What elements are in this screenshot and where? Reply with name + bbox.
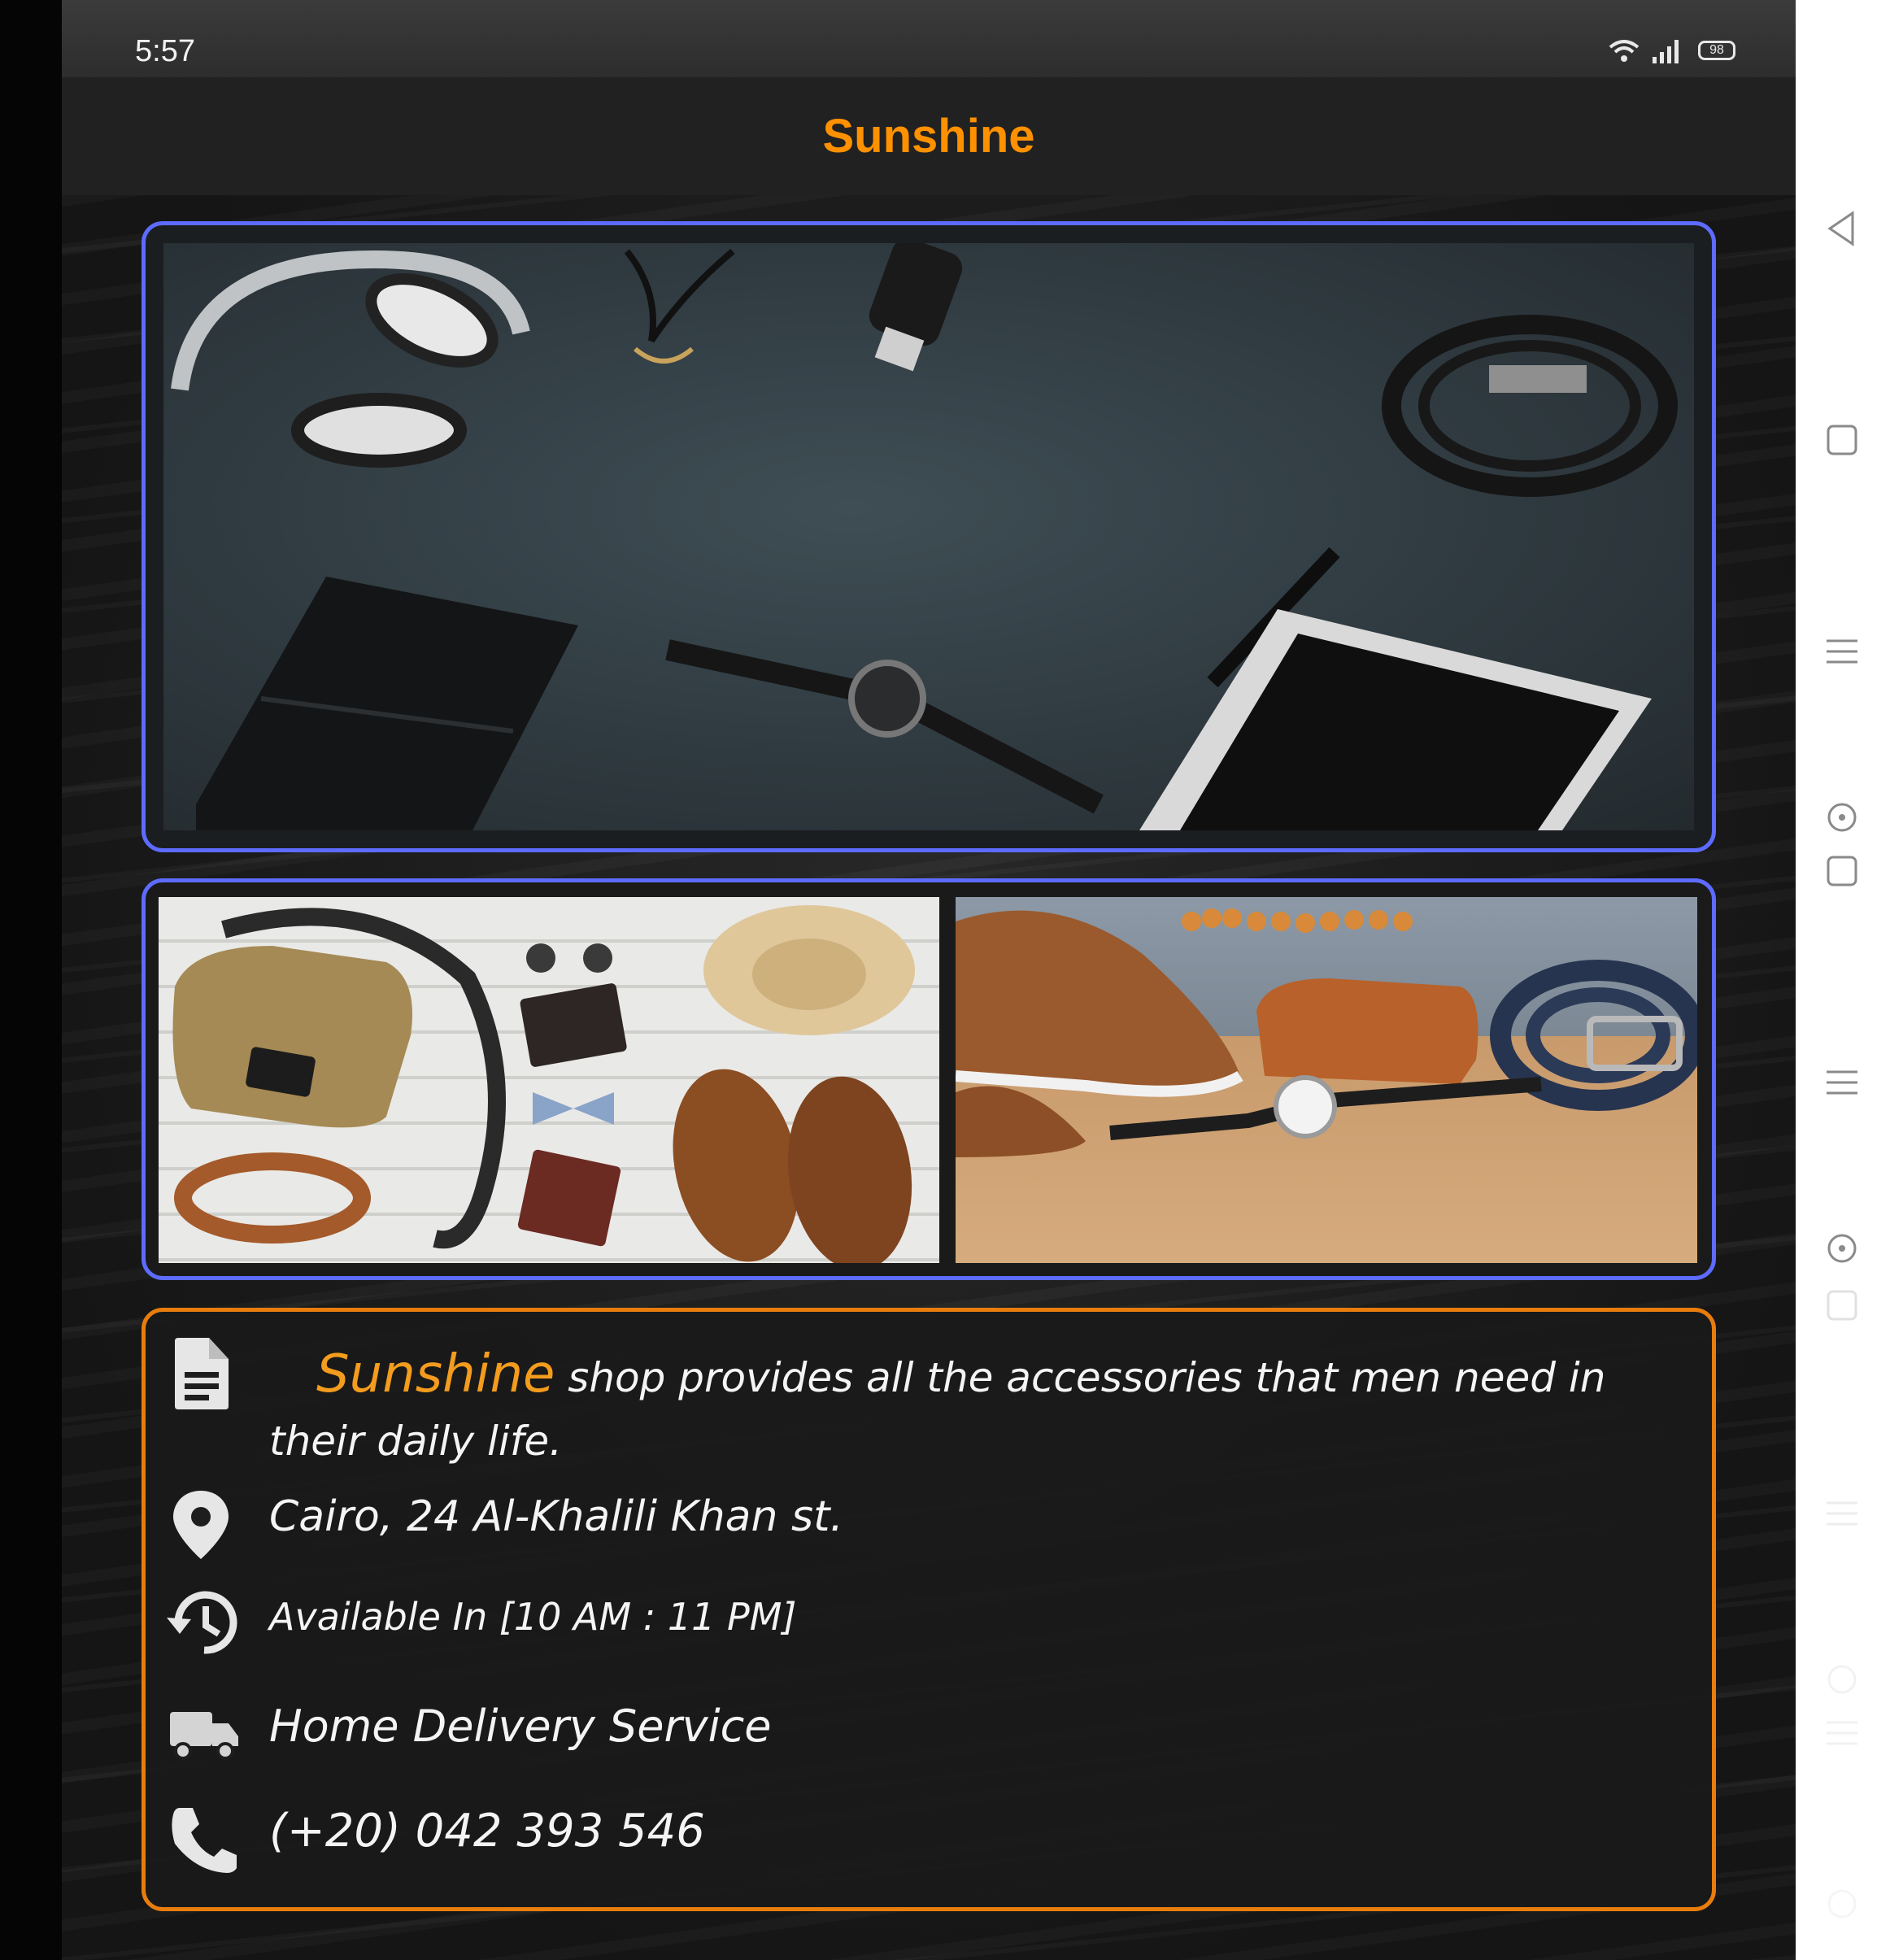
bag-hat-shoes-photo[interactable]	[159, 897, 939, 1263]
battery-icon: 98	[1698, 41, 1735, 60]
status-bar: 5:57 98	[62, 0, 1796, 77]
brand-name: Sunshine	[316, 1344, 555, 1405]
hero-illustration	[171, 243, 1678, 830]
gallery-panel	[142, 878, 1716, 1280]
accessories-flatlay-photo[interactable]	[163, 243, 1694, 830]
document-icon	[175, 1338, 229, 1409]
app-bar: Sunshine	[62, 77, 1796, 195]
truck-icon	[170, 1712, 238, 1760]
content-area: Sunshine shop provides all the accessori…	[62, 195, 1796, 1960]
menu-icon	[1827, 1721, 1857, 1745]
radio-icon	[1827, 1665, 1857, 1694]
gallery-left-illustration	[172, 905, 915, 1263]
back-icon[interactable]	[1822, 208, 1862, 249]
info-panel: Sunshine shop provides all the accessori…	[142, 1308, 1716, 1911]
phone-icon	[172, 1808, 237, 1873]
opening-hours: Available In [10 AM : 11 PM]	[269, 1595, 797, 1639]
square-icon	[1827, 1290, 1857, 1321]
menu-icon[interactable]	[1822, 1062, 1862, 1103]
square-icon[interactable]	[1822, 851, 1862, 891]
left-edge-strip	[0, 0, 62, 1960]
shop-address: Cairo, 24 Al-Khalili Khan st.	[269, 1492, 844, 1541]
shop-description: Sunshine shop provides all the accessori…	[269, 1343, 1684, 1473]
app-screen: 5:57 98 Sunshine Sunshine shop provides …	[62, 0, 1796, 1960]
menu-icon	[1827, 1501, 1857, 1526]
radio-icon[interactable]	[1822, 797, 1862, 838]
radio-icon[interactable]	[1822, 1228, 1862, 1269]
wifi-icon	[1609, 40, 1640, 62]
delivery-service: Home Delivery Service	[269, 1701, 772, 1752]
shoes-wallet-belt-photo[interactable]	[956, 897, 1697, 1263]
hero-panel	[142, 221, 1716, 852]
clock-history-icon	[167, 1591, 237, 1654]
recents-icon[interactable]	[1822, 420, 1862, 460]
location-pin-icon	[173, 1491, 229, 1559]
status-time: 5:57	[135, 34, 195, 68]
app-title: Sunshine	[822, 110, 1035, 163]
battery-level: 98	[1709, 43, 1724, 57]
phone-number[interactable]: (+20) 042 393 546	[269, 1805, 705, 1858]
menu-icon[interactable]	[1822, 631, 1862, 672]
signal-icon	[1653, 40, 1679, 63]
gallery-right-illustration	[956, 908, 1697, 1157]
radio-icon	[1827, 1889, 1857, 1919]
